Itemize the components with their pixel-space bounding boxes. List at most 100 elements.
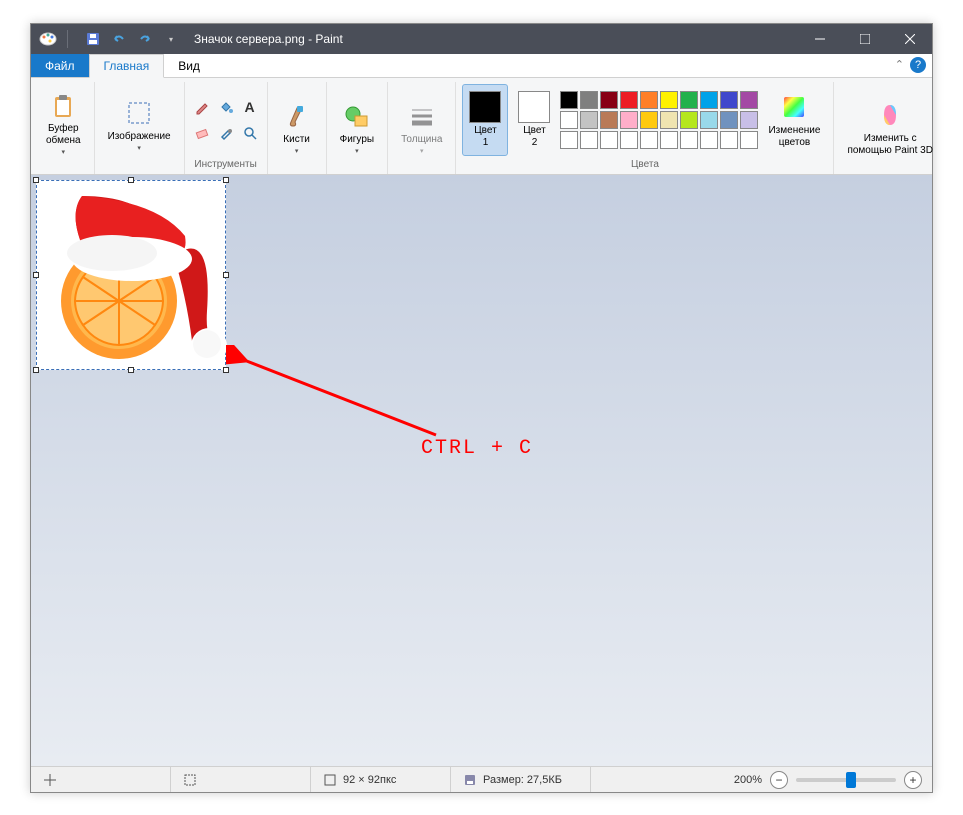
ribbon-tabs: Файл Главная Вид ⌃ ? (31, 54, 932, 78)
color-1-swatch (469, 91, 501, 123)
selection-handle[interactable] (33, 272, 39, 278)
edit-colors-button[interactable]: Изменение цветов (761, 84, 827, 156)
color-swatch[interactable] (580, 111, 598, 129)
minimize-button[interactable] (797, 24, 842, 54)
zoom-in-button[interactable]: + (904, 771, 922, 789)
color-swatch[interactable] (700, 111, 718, 129)
paint-window: ▾ Значок сервера.png - Paint Файл Главна… (30, 23, 933, 793)
status-dimensions: 92 × 92пкс (311, 767, 451, 792)
color-swatch[interactable] (700, 131, 718, 149)
brushes-label: Кисти (283, 134, 310, 146)
paint-3d-icon (874, 99, 906, 131)
statusbar: 92 × 92пкс Размер: 27,5КБ 200% − + (31, 766, 932, 792)
edit-colors-icon (778, 91, 810, 123)
zoom-controls: 200% − + (724, 771, 932, 789)
tab-home[interactable]: Главная (89, 54, 165, 78)
color-swatch[interactable] (560, 131, 578, 149)
tab-file[interactable]: Файл (31, 54, 89, 77)
brushes-button[interactable]: Кисти ▾ (274, 92, 320, 164)
paint-3d-label: Изменить с помощью Paint 3D (847, 133, 932, 157)
color-swatch[interactable] (600, 131, 618, 149)
clipboard-label: Буфер обмена (46, 123, 81, 147)
save-button[interactable] (82, 28, 104, 50)
color-swatch[interactable] (600, 91, 618, 109)
magnifier-tool[interactable] (239, 121, 261, 145)
shapes-button[interactable]: Фигуры ▾ (333, 92, 381, 164)
close-button[interactable] (887, 24, 932, 54)
color-swatch[interactable] (640, 111, 658, 129)
color-swatch[interactable] (640, 91, 658, 109)
tools-grid: A (191, 95, 261, 145)
canvas-selection[interactable] (36, 180, 226, 370)
fill-tool[interactable] (215, 95, 237, 119)
canvas-area[interactable]: CTRL + C (31, 175, 932, 766)
selection-handle[interactable] (223, 272, 229, 278)
status-selection-size (171, 767, 311, 792)
paint-3d-button[interactable]: Изменить с помощью Paint 3D (840, 92, 939, 164)
color-swatch[interactable] (720, 111, 738, 129)
color-swatch[interactable] (680, 91, 698, 109)
color-swatch[interactable] (660, 91, 678, 109)
edit-colors-label: Изменение цветов (768, 125, 820, 149)
color-swatch[interactable] (600, 111, 618, 129)
selection-handle[interactable] (128, 177, 134, 183)
color-swatch[interactable] (720, 131, 738, 149)
selection-handle[interactable] (223, 177, 229, 183)
disk-icon (463, 773, 477, 787)
color-swatch[interactable] (580, 131, 598, 149)
maximize-button[interactable] (842, 24, 887, 54)
tab-view[interactable]: Вид (164, 54, 214, 77)
clipboard-button[interactable]: Буфер обмена ▾ (39, 89, 88, 161)
undo-button[interactable] (108, 28, 130, 50)
text-tool[interactable]: A (239, 95, 261, 119)
select-icon (123, 97, 155, 129)
color-swatch[interactable] (580, 91, 598, 109)
pencil-tool[interactable] (191, 95, 213, 119)
size-label: Толщина (401, 134, 442, 146)
selection-handle[interactable] (33, 177, 39, 183)
redo-button[interactable] (134, 28, 156, 50)
eraser-tool[interactable] (191, 121, 213, 145)
clipboard-icon (47, 93, 79, 121)
zoom-slider[interactable] (796, 778, 896, 782)
color-swatch[interactable] (740, 91, 758, 109)
titlebar: ▾ Значок сервера.png - Paint (31, 24, 932, 54)
app-icon (39, 30, 57, 48)
color-swatch[interactable] (620, 91, 638, 109)
color-swatch[interactable] (620, 111, 638, 129)
zoom-out-button[interactable]: − (770, 771, 788, 789)
color-picker-tool[interactable] (215, 121, 237, 145)
collapse-ribbon-button[interactable]: ⌃ (895, 58, 904, 71)
color-2-button[interactable]: Цвет 2 (511, 84, 557, 156)
image-select-button[interactable]: Изображение ▾ (101, 89, 178, 161)
status-cursor-pos (31, 767, 171, 792)
size-button[interactable]: Толщина ▾ (394, 92, 449, 164)
shapes-icon (341, 100, 373, 132)
color-swatch[interactable] (700, 91, 718, 109)
color-1-button[interactable]: Цвет 1 (462, 84, 508, 156)
color-2-swatch (518, 91, 550, 123)
color-swatch[interactable] (560, 91, 578, 109)
color-swatch[interactable] (720, 91, 738, 109)
color-swatch[interactable] (680, 111, 698, 129)
color-swatch[interactable] (640, 131, 658, 149)
selection-handle[interactable] (128, 367, 134, 373)
help-button[interactable]: ? (910, 57, 926, 73)
color-swatch[interactable] (660, 111, 678, 129)
selection-handle[interactable] (223, 367, 229, 373)
color-1-label: Цвет 1 (474, 125, 496, 149)
color-swatch[interactable] (740, 111, 758, 129)
color-swatch[interactable] (740, 131, 758, 149)
qat-customize[interactable]: ▾ (160, 28, 182, 50)
color-swatch[interactable] (660, 131, 678, 149)
zoom-value: 200% (734, 774, 762, 786)
canvas-image (37, 181, 227, 371)
color-2-label: Цвет 2 (523, 125, 545, 149)
color-swatch[interactable] (620, 131, 638, 149)
ribbon: Буфер обмена ▾ Изображение ▾ (31, 78, 932, 175)
selection-handle[interactable] (33, 367, 39, 373)
color-swatch[interactable] (560, 111, 578, 129)
color-swatch[interactable] (680, 131, 698, 149)
window-title: Значок сервера.png - Paint (194, 32, 797, 46)
cursor-pos-icon (43, 773, 57, 787)
